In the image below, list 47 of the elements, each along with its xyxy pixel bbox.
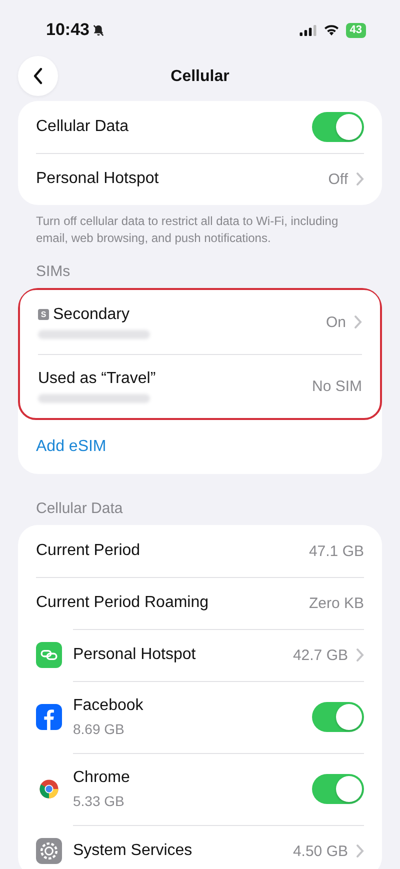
row-label: Facebook <box>73 697 144 715</box>
toggle-switch[interactable] <box>312 112 364 142</box>
row-label: Cellular Data <box>36 118 130 136</box>
sim-name: Used as “Travel” <box>38 370 157 388</box>
toggle-switch[interactable] <box>312 774 364 804</box>
hotspot-link-icon <box>36 642 62 668</box>
sim-row[interactable]: Used as “Travel” No SIM <box>20 354 380 418</box>
section-footer: Turn off cellular data to restrict all data to Wi-Fi, including email, web browsing, and push notifications. <box>36 213 364 247</box>
row-value: 42.7 GB <box>292 646 348 664</box>
row-label: Personal Hotspot <box>73 646 197 664</box>
sim-row[interactable]: S Secondary On <box>20 290 380 354</box>
section-header: SIMs <box>36 263 72 280</box>
battery-level: 43 <box>346 22 366 38</box>
usage-row[interactable]: Personal Hotspot 42.7 GB <box>18 629 382 681</box>
page-title: Cellular <box>170 68 230 86</box>
data-amount: 5.33 GB <box>73 793 126 809</box>
back-chevron-icon <box>33 67 43 85</box>
row-value: 47.1 GB <box>308 542 364 560</box>
facebook-app-icon <box>36 704 62 730</box>
toggle-switch[interactable] <box>312 702 364 732</box>
signal-icon <box>298 24 317 36</box>
add-esim-link[interactable]: Add eSIM <box>36 438 106 456</box>
status-time: 10:43 <box>46 20 90 40</box>
wifi-icon <box>322 24 340 36</box>
row-label: Personal Hotspot <box>36 170 160 188</box>
usage-row[interactable]: System Services 4.50 GB <box>18 825 382 869</box>
section-header: Cellular Data <box>36 500 124 517</box>
row-value: 4.50 GB <box>292 842 348 860</box>
row-label: Current Period <box>36 542 142 560</box>
row-label: Chrome <box>73 769 131 787</box>
sim-status: No SIM <box>312 378 362 394</box>
data-amount: 8.69 GB <box>73 721 126 737</box>
gear-icon <box>36 838 62 864</box>
settings-row[interactable]: Cellular Data <box>18 101 382 153</box>
back-button[interactable] <box>18 56 58 96</box>
row-label: System Services <box>73 842 194 860</box>
sim-status: On <box>326 314 346 330</box>
sim-name: Secondary <box>53 306 130 324</box>
row-value: Zero KB <box>308 594 364 612</box>
usage-row[interactable]: Facebook 8.69 GB <box>18 681 382 753</box>
row-value: Off <box>328 170 348 188</box>
sim-badge: S <box>38 309 49 320</box>
usage-row[interactable]: Chrome 5.33 GB <box>18 753 382 825</box>
settings-row[interactable]: Personal Hotspot Off <box>18 153 382 205</box>
usage-row[interactable]: Current Period Roaming Zero KB <box>18 577 382 629</box>
usage-row[interactable]: Current Period 47.1 GB <box>18 525 382 577</box>
row-label: Current Period Roaming <box>36 594 210 612</box>
